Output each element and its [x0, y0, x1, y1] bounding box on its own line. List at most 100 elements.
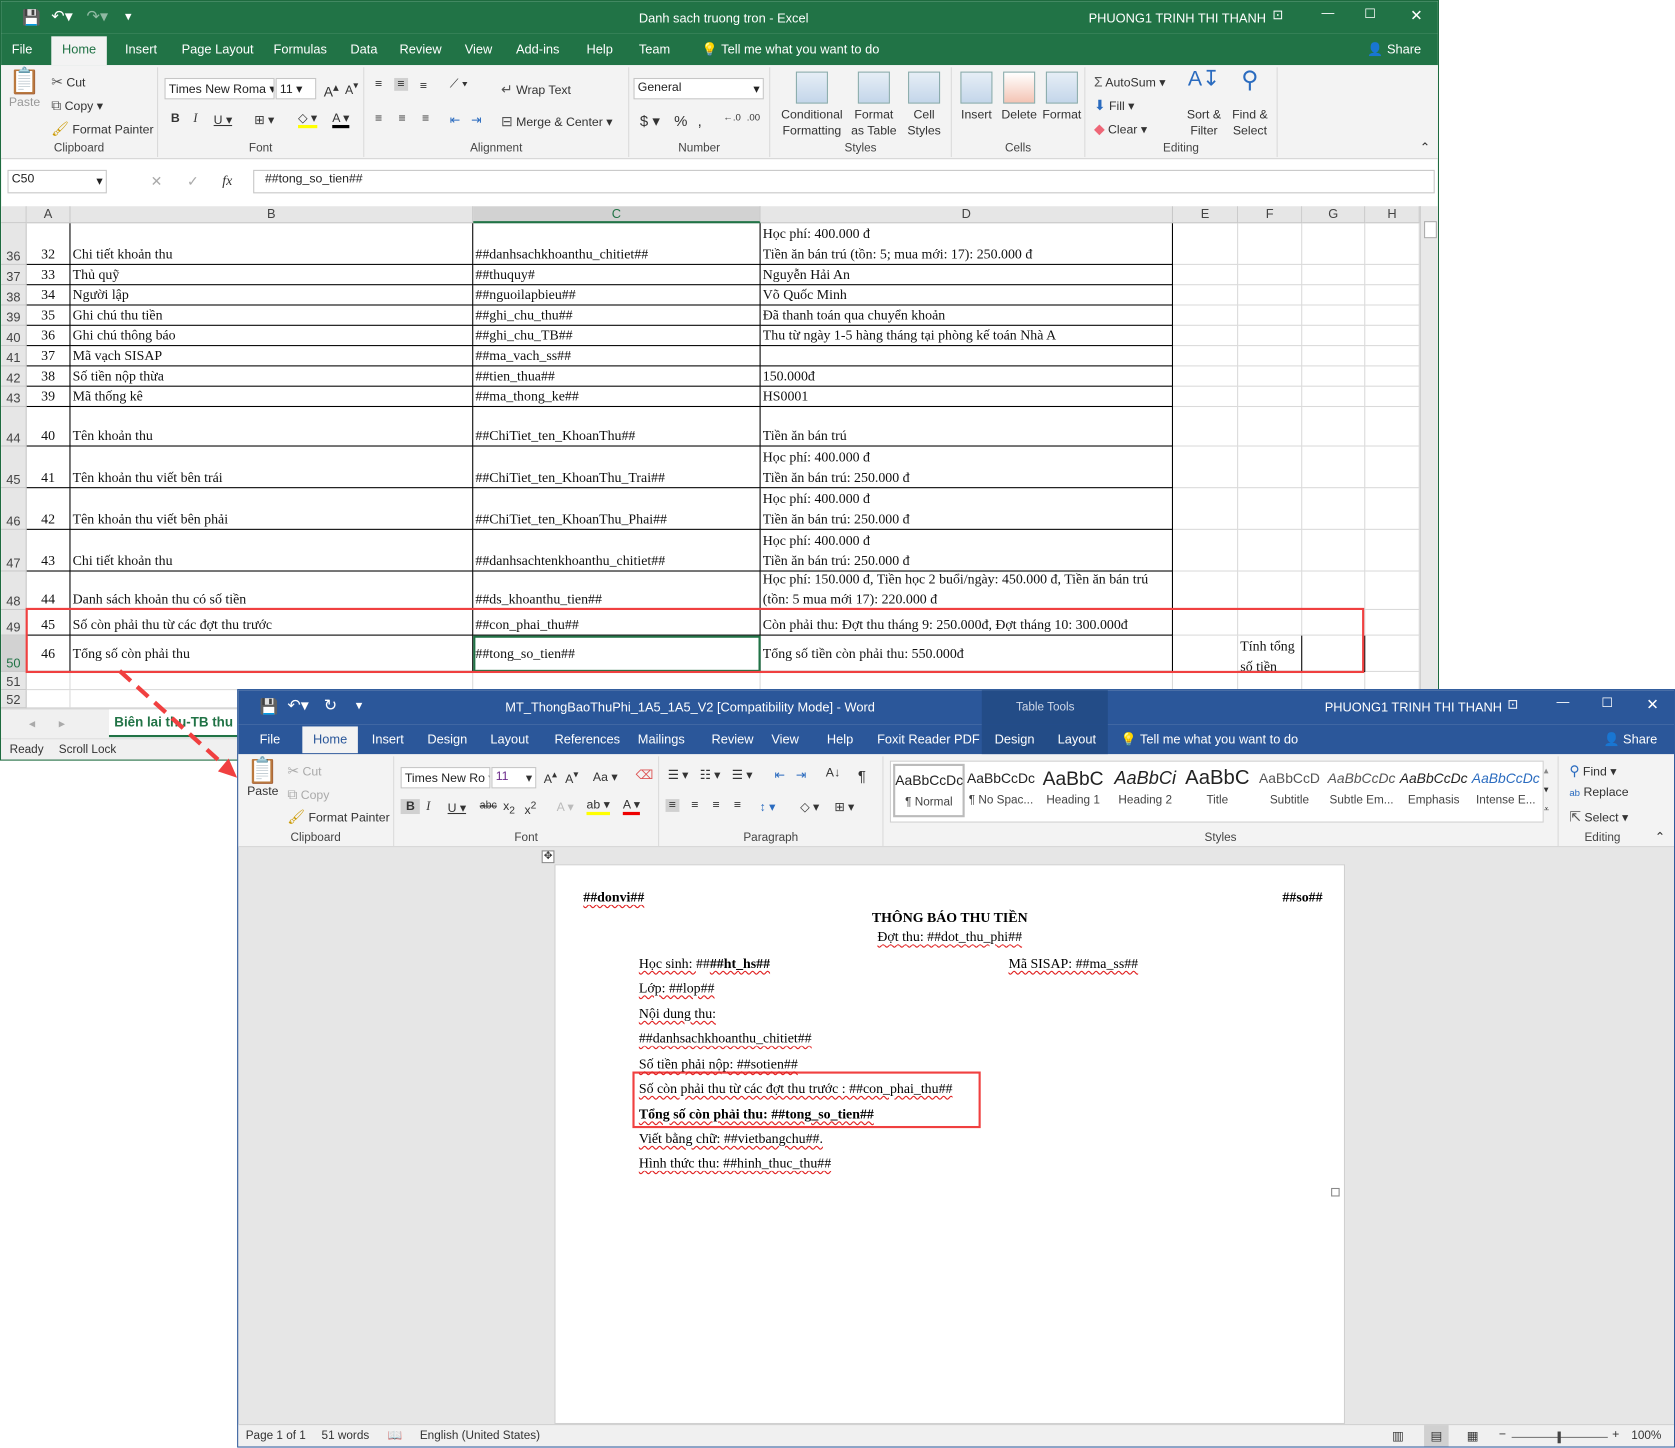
subscript-button[interactable]: x2: [503, 800, 515, 816]
font-color-icon[interactable]: A ▾: [622, 797, 640, 816]
table-resize-handle[interactable]: [1331, 1187, 1340, 1197]
zoom-level[interactable]: 100%: [1631, 1429, 1661, 1442]
style-intense-e[interactable]: AaBbCcDc Intense E...: [1470, 764, 1542, 817]
borders-icon[interactable]: ⊞ ▾: [834, 799, 854, 814]
decrease-indent-icon[interactable]: ⇤: [775, 767, 785, 782]
close-icon[interactable]: ✕: [1646, 695, 1659, 713]
styles-gallery: AaBbCcDc ¶ Normal AaBbCcDc ¶ No Spac... AaBb…: [889, 760, 1544, 823]
paste-button[interactable]: 📋 Paste: [245, 758, 281, 800]
table-move-handle[interactable]: ✥: [541, 850, 555, 864]
customize-qat-icon[interactable]: ▾: [356, 698, 362, 713]
style-heading-1[interactable]: AaBbC Heading 1: [1037, 764, 1109, 817]
find-button[interactable]: ⚲ Find ▾: [1569, 763, 1616, 780]
style-subtitle[interactable]: AaBbCcD Subtitle: [1254, 764, 1326, 817]
shrink-font-icon[interactable]: A▾: [565, 769, 578, 786]
doc-heading: THÔNG BÁO THU TIỀN: [871, 909, 1028, 926]
tab-insert[interactable]: Insert: [372, 732, 404, 747]
save-icon[interactable]: 💾: [260, 698, 279, 716]
select-button[interactable]: ⇱ Select ▾: [1569, 809, 1628, 826]
highlight-icon[interactable]: ab ▾: [586, 797, 610, 816]
proofing-icon[interactable]: 📖: [388, 1428, 403, 1442]
replace-button[interactable]: ab Replace: [1569, 786, 1628, 799]
group-label: Clipboard: [290, 831, 341, 844]
style-normal[interactable]: AaBbCcDc ¶ Normal: [893, 763, 965, 818]
justify-icon[interactable]: ≡: [734, 799, 741, 812]
pilcrow-icon[interactable]: ¶: [858, 767, 866, 784]
language[interactable]: English (United States): [420, 1429, 540, 1442]
scissors-icon: ✂: [287, 762, 300, 779]
tab-view[interactable]: View: [771, 732, 799, 747]
font-size-select[interactable]: 11 ▾: [491, 767, 537, 789]
word-count[interactable]: 51 words: [322, 1429, 370, 1442]
style-title[interactable]: AaBbC Title: [1182, 764, 1254, 817]
gallery-more-icon[interactable]: ⩡: [1544, 803, 1549, 815]
zoom-slider[interactable]: [1511, 1431, 1608, 1444]
tab-home[interactable]: Home: [302, 726, 358, 754]
tab-references[interactable]: References: [554, 732, 620, 747]
zoom-slider-thumb[interactable]: [1557, 1431, 1561, 1444]
style-preview: AaBbC: [1042, 768, 1104, 790]
collapse-ribbon-icon[interactable]: ⌃: [1655, 829, 1665, 844]
minimize-icon[interactable]: —: [1557, 694, 1570, 709]
strikethrough-button[interactable]: abc: [480, 800, 497, 812]
tab-file[interactable]: File: [260, 732, 281, 747]
gallery-up-icon[interactable]: ▴: [1544, 765, 1549, 777]
read-mode-icon[interactable]: ▥: [1392, 1428, 1404, 1443]
tell-me-box[interactable]: 💡 Tell me what you want to do: [1121, 732, 1299, 747]
grow-font-icon[interactable]: A▴: [544, 769, 557, 786]
clear-formatting-icon[interactable]: ⌫: [636, 767, 653, 782]
italic-button[interactable]: I: [426, 800, 430, 813]
style-no-spac[interactable]: AaBbCcDc ¶ No Spac...: [965, 764, 1037, 817]
doc-line: ##danhsachkhoanthu_chitiet##: [638, 1029, 812, 1046]
tab-table-design[interactable]: Design: [995, 732, 1035, 747]
zoom-out-icon[interactable]: −: [1499, 1428, 1506, 1441]
numbering-icon[interactable]: ☷ ▾: [700, 767, 721, 782]
font-name-select[interactable]: Times New Ro ▾: [400, 767, 491, 789]
page-count[interactable]: Page 1 of 1: [246, 1429, 306, 1442]
style-subtle-em[interactable]: AaBbCcDc Subtle Em...: [1326, 764, 1398, 817]
shading-icon[interactable]: ◇ ▾: [800, 799, 819, 814]
style-heading-2[interactable]: AaBbCi Heading 2: [1109, 764, 1181, 817]
superscript-button[interactable]: x2: [525, 800, 537, 817]
cursor-icon: ⇱: [1569, 808, 1581, 825]
align-left-icon[interactable]: ≡: [665, 799, 680, 812]
style-preview: AaBbCcDc: [895, 772, 963, 789]
tab-mailings[interactable]: Mailings: [638, 732, 685, 747]
group-label: Styles: [1204, 831, 1237, 844]
tab-foxit-reader-pdf[interactable]: Foxit Reader PDF: [877, 732, 980, 747]
ribbon-display-icon[interactable]: ⊡: [1507, 697, 1518, 712]
align-right-icon[interactable]: ≡: [713, 799, 720, 812]
copy-button[interactable]: ⧉ Copy: [287, 786, 329, 803]
user-name: PHUONG1 TRINH THI THANH: [1324, 699, 1503, 715]
cut-button[interactable]: ✂ Cut: [287, 763, 321, 780]
tab-table-layout[interactable]: Layout: [1058, 732, 1096, 747]
increase-indent-icon[interactable]: ⇥: [796, 767, 806, 782]
style-emphasis[interactable]: AaBbCcDc Emphasis: [1398, 764, 1470, 817]
tab-layout[interactable]: Layout: [490, 732, 528, 747]
tab-help[interactable]: Help: [827, 732, 853, 747]
document-page: ##donvi## ##so## THÔNG BÁO THU TIỀN Đợt …: [554, 864, 1345, 1425]
zoom-in-icon[interactable]: +: [1612, 1428, 1619, 1441]
repeat-icon[interactable]: ↻: [324, 695, 337, 715]
doc-hoc-sinh: Học sinh: ####ht_hs##: [638, 955, 771, 972]
underline-button[interactable]: U ▾: [448, 800, 466, 815]
paragraph-group: ☰ ▾ ☷ ▾ ☰ ▾ ⇤ ⇥ A↓ ¶ ≡ ≡ ≡ ≡ ↕ ▾ ◇ ▾ ⊞ ▾…: [659, 756, 884, 847]
center-icon[interactable]: ≡: [691, 799, 698, 812]
gallery-down-icon[interactable]: ▾: [1544, 784, 1549, 796]
text-effects-icon[interactable]: A ▾: [557, 799, 574, 814]
multilevel-list-icon[interactable]: ☰ ▾: [732, 767, 753, 782]
undo-icon[interactable]: ↶▾: [287, 695, 308, 715]
print-layout-icon[interactable]: ▤: [1424, 1425, 1449, 1447]
sort-icon[interactable]: A↓: [826, 767, 840, 780]
web-layout-icon[interactable]: ▦: [1467, 1428, 1479, 1443]
line-spacing-icon[interactable]: ↕ ▾: [760, 799, 776, 814]
tab-review[interactable]: Review: [711, 732, 753, 747]
tab-design[interactable]: Design: [427, 732, 467, 747]
maximize-icon[interactable]: ☐: [1601, 695, 1613, 710]
change-case-icon[interactable]: Aa ▾: [593, 769, 618, 784]
share-button[interactable]: 👤 Share: [1604, 732, 1658, 747]
style-preview: AaBbCcDc: [967, 770, 1035, 787]
bullets-icon[interactable]: ☰ ▾: [668, 767, 689, 782]
bold-button[interactable]: B: [400, 799, 421, 815]
format-painter-button[interactable]: 🖌 Format Painter: [287, 809, 389, 826]
